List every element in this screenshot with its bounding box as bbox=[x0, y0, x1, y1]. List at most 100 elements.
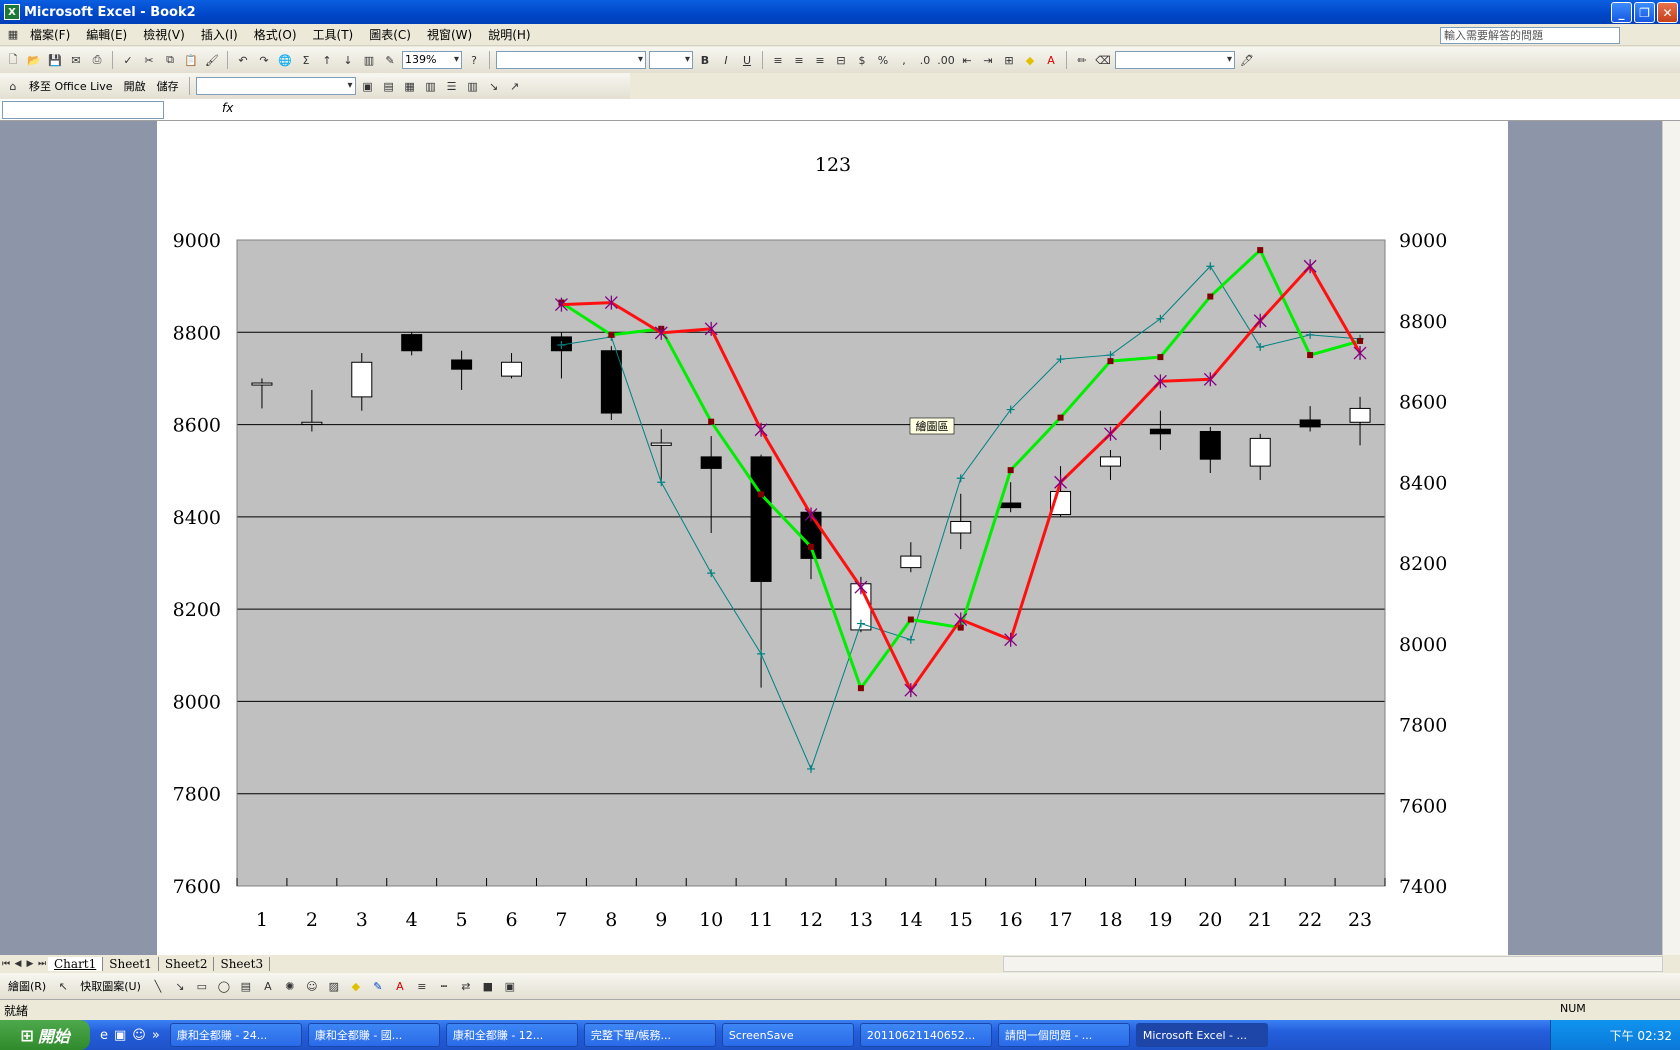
bold-icon[interactable]: B bbox=[696, 51, 714, 69]
office-live-icon[interactable]: ⌂ bbox=[4, 77, 22, 95]
align-left-icon[interactable]: ≡ bbox=[769, 51, 787, 69]
by-row-icon[interactable]: ☰ bbox=[443, 77, 461, 95]
candle-body[interactable] bbox=[451, 359, 473, 370]
tab-sheet3[interactable]: Sheet3 bbox=[214, 957, 271, 971]
tab-chart1[interactable]: Chart1 bbox=[48, 957, 104, 971]
y-right-tick-label[interactable]: 8800 bbox=[1399, 311, 1447, 333]
save-icon[interactable]: 💾 bbox=[46, 51, 64, 69]
x-tick-label[interactable]: 1 bbox=[256, 909, 268, 931]
border-color-icon[interactable]: 🖊 bbox=[1238, 51, 1256, 69]
decrease-indent-icon[interactable]: ⇤ bbox=[958, 51, 976, 69]
tab-sheet1[interactable]: Sheet1 bbox=[103, 957, 159, 971]
series-marker[interactable] bbox=[1007, 467, 1014, 474]
italic-icon[interactable]: I bbox=[717, 51, 735, 69]
series-marker[interactable] bbox=[1157, 354, 1164, 361]
angle-up-icon[interactable]: ↗ bbox=[506, 77, 524, 95]
x-tick-label[interactable]: 13 bbox=[849, 909, 873, 931]
currency-icon[interactable]: $ bbox=[853, 51, 871, 69]
textbox-icon[interactable]: ▤ bbox=[237, 977, 255, 995]
x-tick-label[interactable]: 15 bbox=[949, 909, 973, 931]
sort-asc-icon[interactable]: ↑ bbox=[318, 51, 336, 69]
clock[interactable]: 下午 02:32 bbox=[1610, 1027, 1672, 1044]
decrease-decimal-icon[interactable]: .00 bbox=[937, 51, 955, 69]
candle-body[interactable] bbox=[351, 361, 373, 398]
x-tick-label[interactable]: 21 bbox=[1248, 909, 1272, 931]
candle-body[interactable] bbox=[1349, 407, 1371, 423]
series-marker[interactable] bbox=[608, 331, 615, 338]
last-sheet-icon[interactable]: ⏭ bbox=[36, 959, 48, 969]
menu-format[interactable]: 格式(O) bbox=[246, 26, 305, 43]
picture-icon[interactable]: ▨ bbox=[325, 977, 343, 995]
next-sheet-icon[interactable]: ▶ bbox=[24, 959, 36, 969]
x-tick-label[interactable]: 20 bbox=[1198, 909, 1222, 931]
x-tick-label[interactable]: 9 bbox=[655, 909, 667, 931]
window-titlebar[interactable]: X Microsoft Excel - Book2 _ ❐ ✕ bbox=[0, 0, 1680, 24]
menu-window[interactable]: 視窗(W) bbox=[419, 26, 480, 43]
cut-icon[interactable]: ✂ bbox=[140, 51, 158, 69]
diagram-icon[interactable]: ✺ bbox=[281, 977, 299, 995]
x-tick-label[interactable]: 18 bbox=[1098, 909, 1122, 931]
format-painter-icon[interactable]: 🖌 bbox=[203, 51, 221, 69]
new-icon[interactable]: 🗋 bbox=[4, 51, 22, 69]
vertical-scrollbar[interactable] bbox=[1662, 121, 1680, 955]
task-button[interactable]: 請問一個問題 - ... bbox=[997, 1023, 1130, 1047]
y-right-tick-label[interactable]: 9000 bbox=[1399, 230, 1447, 252]
ie-icon[interactable]: e bbox=[100, 1028, 108, 1043]
horizontal-scrollbar[interactable] bbox=[1003, 956, 1663, 972]
y-left-tick-label[interactable]: 8200 bbox=[173, 599, 221, 621]
task-button[interactable]: 20110621140652... bbox=[859, 1023, 992, 1047]
fill-color-draw-icon[interactable]: ◆ bbox=[347, 977, 365, 995]
excel-doc-icon[interactable]: ▦ bbox=[4, 26, 22, 44]
percent-icon[interactable]: % bbox=[874, 51, 892, 69]
by-column-icon[interactable]: ▥ bbox=[464, 77, 482, 95]
candle-body[interactable] bbox=[401, 334, 423, 352]
task-button[interactable]: ScreenSave bbox=[721, 1023, 854, 1047]
font-size-select[interactable] bbox=[649, 51, 693, 69]
candle-body[interactable] bbox=[1249, 437, 1271, 467]
underline-icon[interactable]: U bbox=[738, 51, 756, 69]
y-left-tick-label[interactable]: 7600 bbox=[173, 876, 221, 898]
series-marker[interactable] bbox=[1357, 337, 1364, 344]
x-tick-label[interactable]: 22 bbox=[1298, 909, 1322, 931]
eraser-icon[interactable]: ⌫ bbox=[1094, 51, 1112, 69]
candle-body[interactable] bbox=[900, 555, 922, 569]
menu-view[interactable]: 檢視(V) bbox=[135, 26, 193, 43]
rectangle-tool-icon[interactable]: ▭ bbox=[193, 977, 211, 995]
y-left-tick-label[interactable]: 8400 bbox=[173, 507, 221, 529]
first-sheet-icon[interactable]: ⏮ bbox=[0, 959, 12, 969]
menu-insert[interactable]: 插入(I) bbox=[193, 26, 246, 43]
hyperlink-icon[interactable]: 🌐 bbox=[276, 51, 294, 69]
y-right-tick-label[interactable]: 8600 bbox=[1399, 392, 1447, 414]
x-tick-label[interactable]: 4 bbox=[406, 909, 418, 931]
candle-body[interactable] bbox=[251, 382, 273, 386]
candle-body[interactable] bbox=[1299, 419, 1321, 428]
x-tick-label[interactable]: 2 bbox=[306, 909, 318, 931]
candle-body[interactable] bbox=[1199, 430, 1221, 460]
format-chart-area-icon[interactable]: ▣ bbox=[359, 77, 377, 95]
x-tick-label[interactable]: 10 bbox=[699, 909, 723, 931]
y-left-tick-label[interactable]: 7800 bbox=[173, 784, 221, 806]
series-marker[interactable] bbox=[1107, 358, 1114, 365]
x-tick-label[interactable]: 14 bbox=[899, 909, 923, 931]
menu-chart[interactable]: 圖表(C) bbox=[361, 26, 419, 43]
align-right-icon[interactable]: ≡ bbox=[811, 51, 829, 69]
increase-indent-icon[interactable]: ⇥ bbox=[979, 51, 997, 69]
save-menu-button[interactable]: 儲存 bbox=[153, 78, 183, 94]
open-icon[interactable]: 📂 bbox=[25, 51, 43, 69]
zoom-select[interactable]: 139% bbox=[402, 51, 462, 69]
task-button[interactable]: 康和全都賺 - 12... bbox=[445, 1023, 578, 1047]
series-marker[interactable] bbox=[1257, 247, 1264, 254]
y-right-tick-label[interactable]: 7600 bbox=[1399, 795, 1447, 817]
x-tick-label[interactable]: 16 bbox=[999, 909, 1023, 931]
chart-sheet[interactable]: 123 7600 7800 8000 8200 8400 8600 8800 9000 7400… bbox=[157, 121, 1508, 955]
spelling-icon[interactable]: ✓ bbox=[119, 51, 137, 69]
minimize-button[interactable]: _ bbox=[1611, 2, 1632, 23]
line-color-icon[interactable]: ✎ bbox=[369, 977, 387, 995]
y-left-tick-label[interactable]: 8600 bbox=[173, 415, 221, 437]
borders-icon[interactable]: ⊞ bbox=[1000, 51, 1018, 69]
chart-title[interactable]: 123 bbox=[815, 154, 851, 176]
chart-objects-select[interactable] bbox=[195, 77, 356, 95]
drawing-icon[interactable]: ✎ bbox=[381, 51, 399, 69]
chart-type-icon[interactable]: ▤ bbox=[380, 77, 398, 95]
y-right-tick-label[interactable]: 8000 bbox=[1399, 634, 1447, 656]
